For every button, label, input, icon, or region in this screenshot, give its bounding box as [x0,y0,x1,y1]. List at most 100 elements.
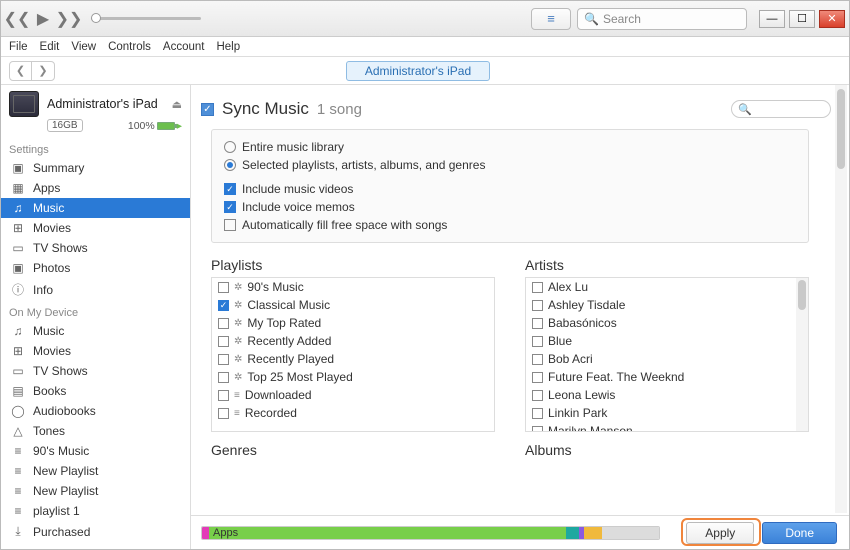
artist-item[interactable]: Marilyn Manson [526,422,796,431]
playlist-checkbox[interactable] [218,372,229,383]
artist-checkbox[interactable] [532,282,543,293]
artist-checkbox[interactable] [532,408,543,419]
global-search-input[interactable]: 🔍 Search [577,8,747,30]
artist-item[interactable]: Leona Lewis [526,386,796,404]
scrollbar[interactable] [796,278,808,431]
device-icon [9,91,39,117]
apply-button[interactable]: Apply [686,522,754,544]
artist-checkbox[interactable] [532,426,543,432]
sidebar-item-tv-shows[interactable]: ▭TV Shows [1,361,190,381]
menu-help[interactable]: Help [216,41,240,53]
eject-button[interactable]: ⏏ [172,98,182,111]
playlist-checkbox[interactable] [218,318,229,329]
playlist-item[interactable]: ✲Recently Played [212,350,494,368]
playlist-item[interactable]: ✲Top 25 Most Played [212,368,494,386]
back-button[interactable]: ❮ [10,62,32,80]
checkbox-autofill[interactable] [224,219,236,231]
sidebar-item-tv-shows[interactable]: ▭TV Shows [1,238,190,258]
sidebar-icon: ≡ [11,484,25,498]
playlist-item[interactable]: ≡Downloaded [212,386,494,404]
prev-track-button[interactable]: ❮❮ [5,8,29,30]
minimize-button[interactable]: — [759,10,785,28]
playlist-checkbox[interactable]: ✓ [218,300,229,311]
content-search-input[interactable]: 🔍 [731,100,831,118]
device-pill[interactable]: Administrator's iPad [346,61,490,81]
artist-checkbox[interactable] [532,336,543,347]
playlists-heading: Playlists [211,257,495,273]
sidebar-item-books[interactable]: ▤Books [1,381,190,401]
artist-item[interactable]: Blue [526,332,796,350]
next-track-button[interactable]: ❯❯ [57,8,81,30]
artist-checkbox[interactable] [532,354,543,365]
playlist-checkbox[interactable] [218,390,229,401]
playlist-checkbox[interactable] [218,282,229,293]
sidebar-item-info[interactable]: ⓘInfo [1,278,190,301]
smart-playlist-icon: ✲ [234,336,242,347]
sidebar-icon: ◯ [11,404,25,418]
menu-bar: File Edit View Controls Account Help [1,37,849,57]
artists-listbox[interactable]: Alex LuAshley TisdaleBabasónicosBlueBob … [525,277,809,432]
radio-entire-library[interactable] [224,141,236,153]
sidebar-item-90-s-music[interactable]: ≡90's Music [1,441,190,461]
content-scrollbar[interactable] [835,85,847,513]
artist-item[interactable]: Linkin Park [526,404,796,422]
sidebar-item-purchased[interactable]: ⤓Purchased [1,521,190,542]
artist-checkbox[interactable] [532,390,543,401]
search-icon: 🔍 [584,12,599,26]
radio-selected-items[interactable] [224,159,236,171]
checkbox-music-videos[interactable]: ✓ [224,183,236,195]
playlist-checkbox[interactable] [218,408,229,419]
playlist-checkbox[interactable] [218,336,229,347]
menu-file[interactable]: File [9,41,28,53]
storage-usage-bar [201,526,660,540]
close-button[interactable]: ✕ [819,10,845,28]
sidebar-item-new-playlist[interactable]: ≡New Playlist [1,461,190,481]
sidebar-item-movies[interactable]: ⊞Movies [1,218,190,238]
sidebar-item-new-playlist[interactable]: ≡New Playlist [1,481,190,501]
playlist-item[interactable]: ✓✲Classical Music [212,296,494,314]
artist-item[interactable]: Babasónicos [526,314,796,332]
artist-checkbox[interactable] [532,318,543,329]
view-toggle-button[interactable]: ≡ [531,8,571,30]
sidebar-item-movies[interactable]: ⊞Movies [1,341,190,361]
forward-button[interactable]: ❯ [32,62,54,80]
sidebar-item-audiobooks[interactable]: ◯Audiobooks [1,401,190,421]
sync-music-checkbox[interactable]: ✓ [201,103,214,116]
menu-controls[interactable]: Controls [108,41,151,53]
usage-label: Apps [213,527,238,539]
sidebar-item-summary[interactable]: ▣Summary [1,158,190,178]
playlist-checkbox[interactable] [218,354,229,365]
checkbox-voice-memos[interactable]: ✓ [224,201,236,213]
artist-checkbox[interactable] [532,372,543,383]
artist-item[interactable]: Bob Acri [526,350,796,368]
sidebar-item-tones[interactable]: △Tones [1,421,190,441]
playlist-item[interactable]: ✲90's Music [212,278,494,296]
playlist-item[interactable]: ✲Recently Added [212,332,494,350]
sidebar-item-music[interactable]: ♫Music [1,321,190,341]
artist-item[interactable]: Alex Lu [526,278,796,296]
play-button[interactable]: ▶ [31,8,55,30]
smart-playlist-icon: ✲ [234,372,242,383]
maximize-button[interactable]: ☐ [789,10,815,28]
done-button[interactable]: Done [762,522,837,544]
menu-account[interactable]: Account [163,41,205,53]
sidebar-item-apps[interactable]: ▦Apps [1,178,190,198]
sidebar-icon: ≡ [11,444,25,458]
playlists-listbox[interactable]: ✲90's Music✓✲Classical Music✲My Top Rate… [211,277,495,432]
menu-edit[interactable]: Edit [40,41,60,53]
usage-segment [566,527,580,539]
usage-segment [209,527,566,539]
playlist-item[interactable]: ✲My Top Rated [212,314,494,332]
volume-slider[interactable] [91,17,201,20]
artist-item[interactable]: Ashley Tisdale [526,296,796,314]
sync-subtitle: 1 song [317,101,362,118]
artist-checkbox[interactable] [532,300,543,311]
sidebar-item-playlist-1[interactable]: ≡playlist 1 [1,501,190,521]
menu-view[interactable]: View [71,41,96,53]
artist-item[interactable]: Future Feat. The Weeknd [526,368,796,386]
usage-segment [602,527,659,539]
playlist-item[interactable]: ≡Recorded [212,404,494,422]
sidebar-item-photos[interactable]: ▣Photos [1,258,190,278]
sidebar-icon: ♫ [11,324,25,338]
sidebar-item-music[interactable]: ♫Music [1,198,190,218]
